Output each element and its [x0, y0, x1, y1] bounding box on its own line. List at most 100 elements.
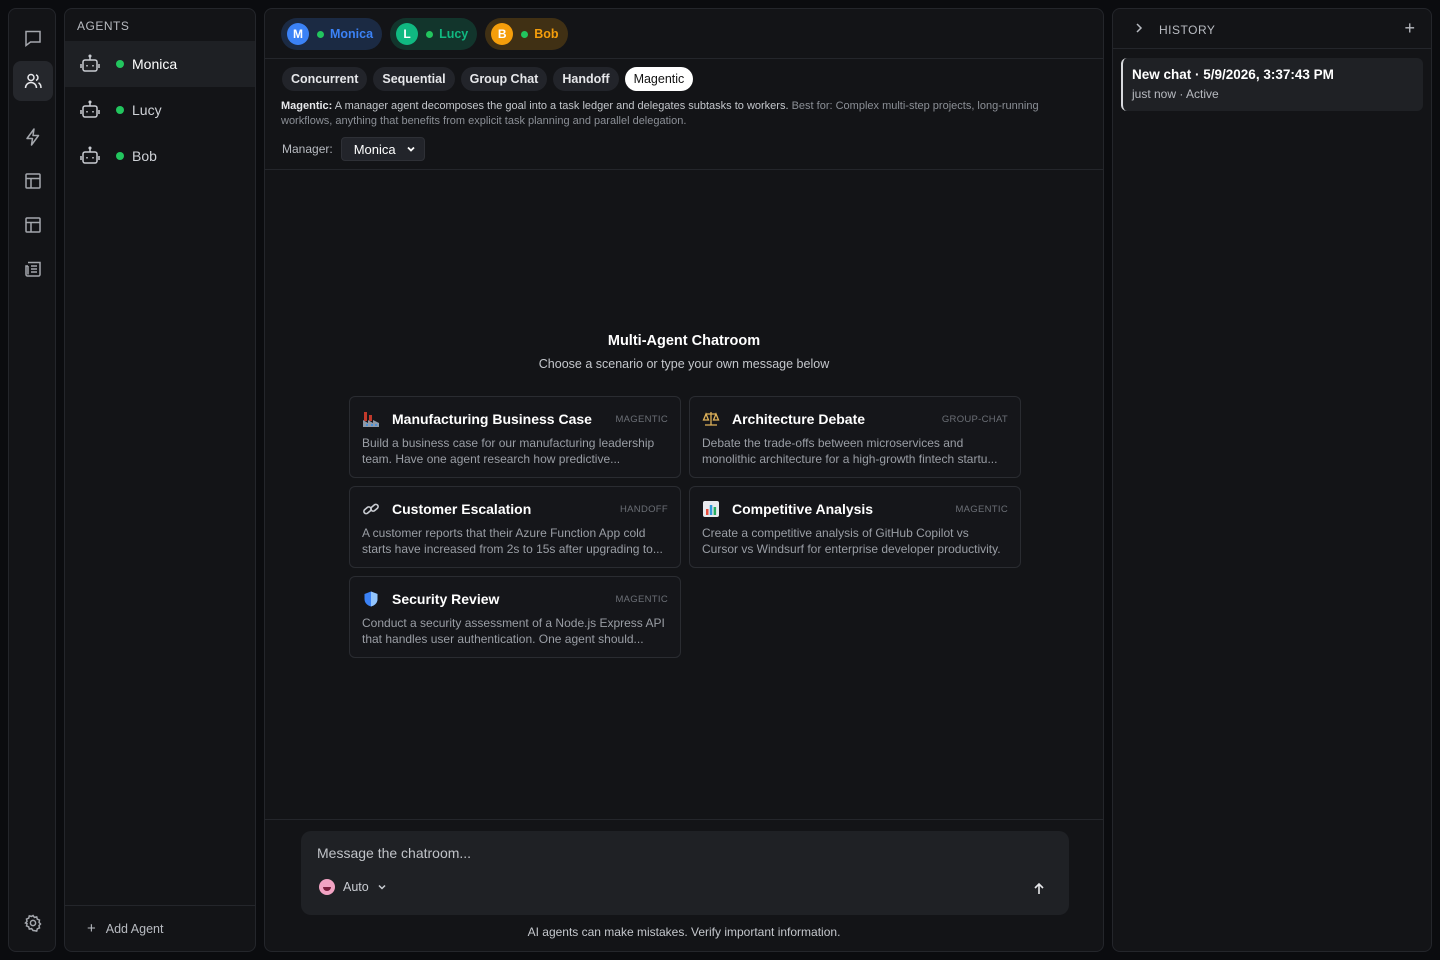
icon-rail: [8, 8, 56, 952]
agent-item[interactable]: Monica: [65, 41, 255, 87]
status-dot: [521, 30, 529, 38]
disclaimer-text: AI agents can make mistakes. Verify impo…: [527, 925, 841, 939]
chevron-right-icon[interactable]: [1133, 22, 1145, 34]
news-nav-button[interactable]: [13, 249, 53, 289]
status-dot: [317, 30, 324, 38]
new-chat-button[interactable]: +: [1404, 18, 1415, 39]
workflows-nav-button[interactable]: [13, 117, 53, 157]
scenario-card[interactable]: Architecture Debate GROUP-CHAT Debate the …: [689, 396, 1021, 478]
chat-main-panel: M Monica L Lucy B Bob Concurrent Sequential Gro…: [264, 8, 1104, 952]
history-item[interactable]: New chat · 5/9/2026, 3:37:43 PM just now…: [1121, 58, 1423, 111]
robot-icon: [80, 54, 100, 72]
avatar: M: [287, 23, 309, 45]
scales-icon: [702, 410, 720, 428]
scenario-card[interactable]: Manufacturing Business Case MAGENTIC Build…: [349, 396, 681, 478]
model-mode-selector[interactable]: Auto: [319, 879, 387, 895]
history-item-title: New chat · 5/9/2026, 3:37:43 PM: [1132, 67, 1334, 82]
template-icon: [25, 217, 41, 233]
scenario-tag: MAGENTIC: [615, 413, 668, 425]
manager-label: Manager:: [282, 142, 333, 156]
factory-icon: [362, 410, 380, 428]
scenario-card[interactable]: Security Review MAGENTIC Conduct a securit…: [349, 576, 681, 658]
status-dot: [116, 152, 124, 160]
scenario-description: A customer reports that their Azure Func…: [362, 526, 663, 556]
mode-tab-magentic[interactable]: Magentic: [624, 67, 694, 91]
participant-name: Monica: [330, 27, 374, 41]
mode-tab-sequential[interactable]: Sequential: [373, 67, 455, 91]
participant-chip[interactable]: M Monica: [281, 18, 383, 50]
scenario-card[interactable]: Competitive Analysis MAGENTIC Create a com…: [689, 486, 1021, 568]
manager-row: Manager: Monica: [282, 137, 425, 161]
layout-icon: [25, 173, 41, 189]
manager-select[interactable]: Monica: [340, 137, 425, 161]
scenario-title: Manufacturing Business Case: [392, 411, 592, 427]
gear-icon: [24, 914, 42, 932]
agent-item[interactable]: Lucy: [65, 87, 255, 133]
hero-subtitle: Choose a scenario or type your own messa…: [538, 357, 830, 371]
agents-nav-button[interactable]: [13, 61, 53, 101]
history-panel: HISTORY + New chat · 5/9/2026, 3:37:43 P…: [1112, 8, 1432, 952]
robot-icon: [80, 146, 100, 164]
scenario-tag: MAGENTIC: [955, 503, 1008, 515]
settings-button[interactable]: [13, 903, 53, 943]
history-title: HISTORY: [1159, 23, 1216, 37]
mode-description-text: A manager agent decomposes the goal into…: [334, 100, 789, 112]
agent-name: Lucy: [132, 102, 162, 118]
mode-tab-group-chat[interactable]: Group Chat: [460, 67, 548, 91]
shield-icon: [362, 590, 380, 608]
divider: [265, 169, 1103, 170]
chat-nav-button[interactable]: [13, 18, 53, 58]
lightning-icon: [26, 128, 40, 146]
add-agent-button[interactable]: + Add Agent: [65, 905, 255, 951]
arrow-up-icon: [1034, 882, 1044, 894]
emoji-icon: [319, 879, 335, 895]
manager-value: Monica: [353, 141, 396, 157]
scenario-description: Conduct a security assessment of a Node.…: [362, 616, 665, 646]
avatar: L: [396, 23, 419, 45]
scenario-title: Architecture Debate: [732, 411, 866, 427]
link-icon: [362, 500, 380, 518]
templates-nav-button[interactable]: [13, 205, 53, 245]
mode-description-label: Magentic:: [281, 100, 333, 112]
mode-tab-concurrent[interactable]: Concurrent: [282, 67, 368, 91]
users-icon: [24, 73, 42, 89]
chevron-down-icon: [378, 884, 386, 890]
chevron-down-icon: [406, 146, 415, 152]
hero-title: Multi-Agent Chatroom: [607, 333, 761, 349]
history-item-meta: just now · Active: [1132, 87, 1219, 101]
scenario-card[interactable]: Customer Escalation HANDOFF A customer rep…: [349, 486, 681, 568]
scenario-description: Build a business case for our manufactur…: [362, 436, 655, 466]
scenario-tag: MAGENTIC: [615, 593, 668, 605]
scenario-tag: HANDOFF: [619, 503, 668, 515]
agent-item[interactable]: Bob: [65, 133, 255, 179]
avatar: B: [491, 23, 514, 45]
scenario-title: Competitive Analysis: [732, 501, 874, 517]
agents-panel: AGENTS Monica Lucy Bob + Add Agent: [64, 8, 256, 952]
participant-chips: M Monica L Lucy B Bob: [281, 18, 568, 50]
scenario-description: Debate the trade-offs between microservi…: [702, 436, 998, 466]
participant-chip[interactable]: L Lucy: [390, 18, 478, 50]
agent-name: Bob: [132, 148, 157, 164]
newspaper-icon: [25, 261, 41, 277]
add-agent-label: Add Agent: [105, 921, 164, 936]
robot-icon: [80, 100, 100, 118]
scenario-tag: GROUP-CHAT: [941, 413, 1008, 425]
layout-nav-button[interactable]: [13, 161, 53, 201]
participant-name: Lucy: [439, 27, 469, 41]
message-input[interactable]: [317, 845, 997, 861]
history-header: HISTORY +: [1113, 9, 1431, 49]
send-button[interactable]: [1027, 877, 1051, 901]
scenario-title: Customer Escalation: [392, 501, 532, 517]
scenario-title: Security Review: [392, 591, 500, 607]
message-composer: Auto: [301, 831, 1069, 915]
chat-bubble-icon: [25, 30, 41, 48]
mode-description: Magentic: A manager agent decomposes the…: [281, 99, 1061, 129]
status-dot: [116, 106, 124, 114]
agent-name: Monica: [132, 56, 178, 72]
bar-chart-icon: [702, 500, 720, 518]
mode-tab-handoff[interactable]: Handoff: [553, 67, 619, 91]
divider: [265, 819, 1103, 820]
agents-title: AGENTS: [77, 19, 130, 33]
participant-chip[interactable]: B Bob: [485, 18, 568, 50]
model-mode-label: Auto: [343, 880, 369, 894]
